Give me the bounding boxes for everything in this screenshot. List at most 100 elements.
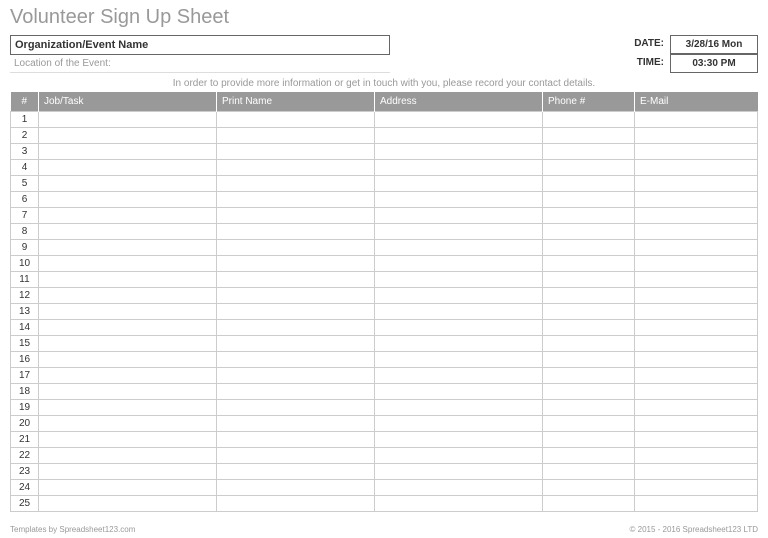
cell[interactable] — [635, 144, 758, 160]
cell[interactable] — [635, 352, 758, 368]
cell[interactable] — [375, 128, 543, 144]
cell[interactable] — [39, 320, 217, 336]
cell[interactable] — [39, 208, 217, 224]
cell[interactable] — [635, 288, 758, 304]
cell[interactable] — [635, 112, 758, 128]
cell[interactable] — [39, 480, 217, 496]
cell[interactable] — [375, 144, 543, 160]
cell[interactable] — [375, 432, 543, 448]
cell[interactable] — [39, 416, 217, 432]
cell[interactable] — [217, 160, 375, 176]
cell[interactable] — [375, 368, 543, 384]
cell[interactable] — [375, 320, 543, 336]
cell[interactable] — [39, 288, 217, 304]
cell[interactable] — [543, 288, 635, 304]
cell[interactable] — [217, 112, 375, 128]
cell[interactable] — [375, 176, 543, 192]
cell[interactable] — [635, 416, 758, 432]
cell[interactable] — [635, 272, 758, 288]
cell[interactable] — [217, 288, 375, 304]
cell[interactable] — [375, 496, 543, 512]
cell[interactable] — [543, 336, 635, 352]
cell[interactable] — [543, 304, 635, 320]
cell[interactable] — [635, 160, 758, 176]
cell[interactable] — [543, 416, 635, 432]
cell[interactable] — [217, 416, 375, 432]
cell[interactable] — [543, 432, 635, 448]
cell[interactable] — [39, 304, 217, 320]
cell[interactable] — [39, 272, 217, 288]
cell[interactable] — [543, 384, 635, 400]
cell[interactable] — [543, 448, 635, 464]
cell[interactable] — [543, 256, 635, 272]
cell[interactable] — [543, 208, 635, 224]
cell[interactable] — [217, 496, 375, 512]
cell[interactable] — [375, 160, 543, 176]
cell[interactable] — [543, 224, 635, 240]
cell[interactable] — [543, 144, 635, 160]
cell[interactable] — [39, 224, 217, 240]
cell[interactable] — [635, 368, 758, 384]
cell[interactable] — [543, 160, 635, 176]
cell[interactable] — [375, 272, 543, 288]
location-field[interactable]: Location of the Event: — [10, 55, 390, 73]
cell[interactable] — [543, 128, 635, 144]
cell[interactable] — [39, 448, 217, 464]
cell[interactable] — [39, 144, 217, 160]
cell[interactable] — [543, 272, 635, 288]
cell[interactable] — [375, 208, 543, 224]
cell[interactable] — [39, 240, 217, 256]
cell[interactable] — [217, 384, 375, 400]
cell[interactable] — [635, 384, 758, 400]
cell[interactable] — [543, 352, 635, 368]
cell[interactable] — [543, 176, 635, 192]
cell[interactable] — [375, 352, 543, 368]
cell[interactable] — [635, 208, 758, 224]
cell[interactable] — [635, 176, 758, 192]
cell[interactable] — [217, 352, 375, 368]
cell[interactable] — [217, 480, 375, 496]
cell[interactable] — [543, 320, 635, 336]
cell[interactable] — [39, 400, 217, 416]
cell[interactable] — [635, 224, 758, 240]
cell[interactable] — [217, 176, 375, 192]
cell[interactable] — [217, 464, 375, 480]
cell[interactable] — [375, 384, 543, 400]
cell[interactable] — [39, 160, 217, 176]
cell[interactable] — [39, 176, 217, 192]
cell[interactable] — [217, 320, 375, 336]
cell[interactable] — [635, 240, 758, 256]
cell[interactable] — [217, 304, 375, 320]
cell[interactable] — [39, 256, 217, 272]
cell[interactable] — [635, 336, 758, 352]
cell[interactable] — [217, 400, 375, 416]
cell[interactable] — [635, 496, 758, 512]
cell[interactable] — [543, 400, 635, 416]
cell[interactable] — [375, 288, 543, 304]
cell[interactable] — [217, 224, 375, 240]
cell[interactable] — [635, 128, 758, 144]
cell[interactable] — [375, 464, 543, 480]
cell[interactable] — [543, 464, 635, 480]
cell[interactable] — [375, 192, 543, 208]
cell[interactable] — [217, 368, 375, 384]
cell[interactable] — [217, 256, 375, 272]
cell[interactable] — [375, 112, 543, 128]
cell[interactable] — [635, 480, 758, 496]
date-value[interactable]: 3/28/16 Mon — [670, 35, 758, 54]
cell[interactable] — [635, 400, 758, 416]
cell[interactable] — [543, 368, 635, 384]
time-value[interactable]: 03:30 PM — [670, 54, 758, 73]
cell[interactable] — [39, 384, 217, 400]
cell[interactable] — [217, 432, 375, 448]
cell[interactable] — [635, 432, 758, 448]
cell[interactable] — [375, 400, 543, 416]
cell[interactable] — [635, 448, 758, 464]
cell[interactable] — [543, 496, 635, 512]
cell[interactable] — [635, 256, 758, 272]
cell[interactable] — [39, 336, 217, 352]
cell[interactable] — [217, 128, 375, 144]
cell[interactable] — [375, 416, 543, 432]
cell[interactable] — [375, 224, 543, 240]
cell[interactable] — [375, 448, 543, 464]
